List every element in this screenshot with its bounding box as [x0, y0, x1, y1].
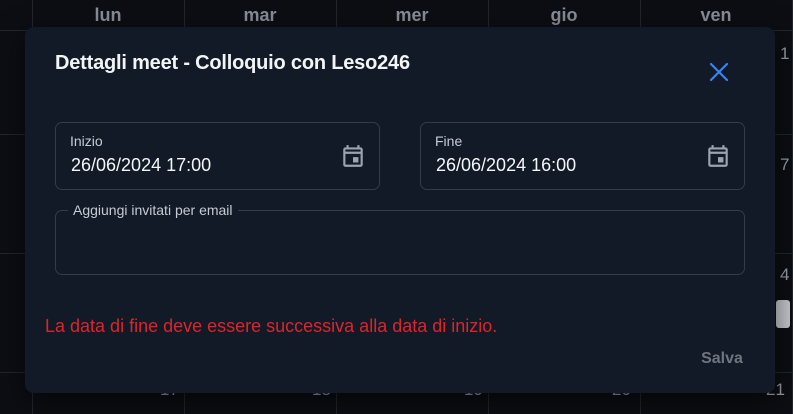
- day-headers: lun mar mer gio ven: [0, 0, 793, 30]
- day-header-fri: ven: [700, 4, 732, 25]
- guests-email-label: Aggiungi invitati per email: [68, 202, 238, 218]
- day-number: 7: [780, 155, 790, 174]
- guests-email-input[interactable]: [68, 227, 733, 263]
- save-button[interactable]: Salva: [689, 346, 755, 372]
- close-button[interactable]: [705, 58, 733, 86]
- day-header-thu: gio: [550, 4, 578, 25]
- close-icon: [709, 62, 729, 82]
- start-date-label: Inizio: [70, 133, 103, 149]
- start-date-value[interactable]: 26/06/2024 17:00: [71, 155, 211, 176]
- guests-email-field[interactable]: Aggiungi invitati per email: [55, 202, 745, 275]
- calendar-icon[interactable]: [340, 143, 366, 169]
- screen: lun mar mer gio ven 1 7 4 17 18 19 20 21…: [0, 0, 793, 414]
- end-date-value[interactable]: 26/06/2024 16:00: [436, 155, 576, 176]
- day-header-wed: mer: [395, 4, 429, 25]
- validation-error: La data di fine deve essere successiva a…: [45, 316, 498, 336]
- meet-details-dialog: Dettagli meet - Colloquio con Leso246 In…: [25, 27, 775, 393]
- calendar-icon[interactable]: [705, 143, 731, 169]
- end-date-field[interactable]: Fine 26/06/2024 16:00: [420, 122, 745, 190]
- day-header-mon: lun: [94, 4, 122, 25]
- start-date-field[interactable]: Inizio 26/06/2024 17:00: [55, 122, 380, 190]
- day-number: 1: [780, 44, 790, 63]
- dialog-title: Dettagli meet - Colloquio con Leso246: [55, 52, 410, 74]
- event-chip[interactable]: [776, 300, 790, 328]
- day-number: 4: [780, 265, 790, 284]
- end-date-label: Fine: [435, 133, 463, 149]
- day-header-tue: mar: [243, 4, 277, 25]
